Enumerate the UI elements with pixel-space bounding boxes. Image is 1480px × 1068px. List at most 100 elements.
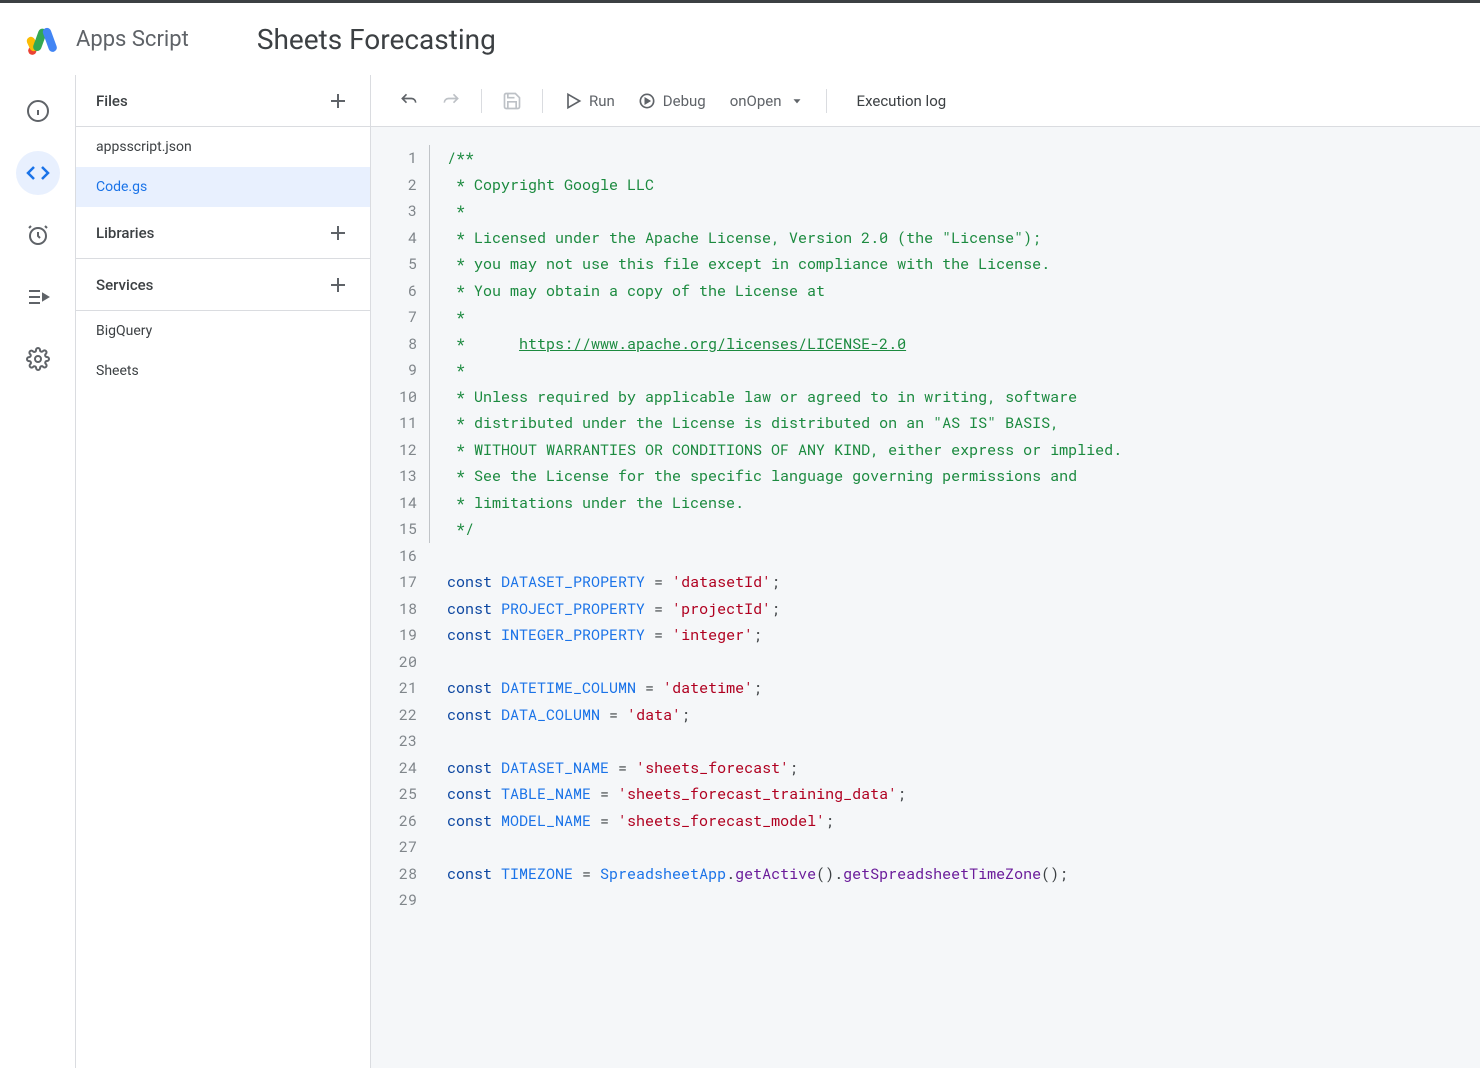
debug-label: Debug [663, 92, 706, 110]
line-number: 20 [371, 649, 417, 676]
add-service-button[interactable] [326, 273, 350, 297]
code-line[interactable]: const TABLE_NAME = 'sheets_forecast_trai… [429, 781, 1480, 808]
code-line[interactable]: * limitations under the License. [429, 490, 1480, 517]
code-line[interactable] [429, 728, 1480, 755]
file-item[interactable]: appsscript.json [76, 127, 370, 167]
app-header: Apps Script Sheets Forecasting [0, 3, 1480, 75]
run-button[interactable]: Run [555, 83, 623, 119]
code-line[interactable] [429, 887, 1480, 914]
chevron-down-icon [790, 94, 804, 108]
undo-icon [399, 91, 419, 111]
add-library-button[interactable] [326, 221, 350, 245]
add-file-button[interactable] [326, 89, 350, 113]
code-lines[interactable]: /** * Copyright Google LLC * * Licensed … [429, 145, 1480, 1068]
code-line[interactable]: const DATASET_PROPERTY = 'datasetId'; [429, 569, 1480, 596]
fold-guide [429, 516, 430, 543]
logo-group[interactable]: Apps Script [24, 19, 189, 59]
line-gutter: 1234567891011121314151617181920212223242… [371, 145, 429, 1068]
fold-guide [429, 331, 430, 358]
files-header: Files [76, 75, 370, 127]
project-title[interactable]: Sheets Forecasting [257, 23, 496, 56]
fold-guide [429, 172, 430, 199]
line-number: 19 [371, 622, 417, 649]
code-line[interactable]: const DATETIME_COLUMN = 'datetime'; [429, 675, 1480, 702]
code-line[interactable]: * Copyright Google LLC [429, 172, 1480, 199]
save-button[interactable] [494, 83, 530, 119]
fold-guide [429, 225, 430, 252]
line-number: 18 [371, 596, 417, 623]
line-number: 12 [371, 437, 417, 464]
editor-toolbar: Run Debug onOpen Execution log [371, 75, 1480, 127]
debug-button[interactable]: Debug [629, 83, 714, 119]
code-line[interactable] [429, 543, 1480, 570]
fold-guide [429, 437, 430, 464]
sidebar: Files appsscript.jsonCode.gs Libraries S… [76, 75, 371, 1068]
code-line[interactable]: const INTEGER_PROPERTY = 'integer'; [429, 622, 1480, 649]
code-line[interactable]: * [429, 304, 1480, 331]
code-line[interactable]: */ [429, 516, 1480, 543]
line-number: 11 [371, 410, 417, 437]
line-number: 29 [371, 887, 417, 914]
nav-editor[interactable] [16, 151, 60, 195]
code-line[interactable]: * See the License for the specific langu… [429, 463, 1480, 490]
app-name: Apps Script [76, 27, 189, 52]
line-number: 2 [371, 172, 417, 199]
function-select[interactable]: onOpen [720, 83, 814, 119]
code-editor[interactable]: 1234567891011121314151617181920212223242… [371, 127, 1480, 1068]
play-icon [563, 91, 583, 111]
code-line[interactable]: * WITHOUT WARRANTIES OR CONDITIONS OF AN… [429, 437, 1480, 464]
code-line[interactable]: const DATASET_NAME = 'sheets_forecast'; [429, 755, 1480, 782]
code-line[interactable]: * [429, 198, 1480, 225]
fold-guide [429, 490, 430, 517]
execution-log-button[interactable]: Execution log [857, 92, 947, 110]
code-line[interactable]: const DATA_COLUMN = 'data'; [429, 702, 1480, 729]
line-number: 6 [371, 278, 417, 305]
code-line[interactable]: * Unless required by applicable law or a… [429, 384, 1480, 411]
line-number: 23 [371, 728, 417, 755]
nav-overview[interactable] [16, 89, 60, 133]
line-number: 15 [371, 516, 417, 543]
function-name: onOpen [730, 92, 782, 110]
code-line[interactable]: * https://www.apache.org/licenses/LICENS… [429, 331, 1480, 358]
line-number: 21 [371, 675, 417, 702]
libraries-label: Libraries [96, 224, 154, 242]
nav-rail [0, 75, 76, 1068]
libraries-header: Libraries [76, 207, 370, 259]
line-number: 25 [371, 781, 417, 808]
code-line[interactable] [429, 649, 1480, 676]
code-line[interactable]: const MODEL_NAME = 'sheets_forecast_mode… [429, 808, 1480, 835]
code-line[interactable]: /** [429, 145, 1480, 172]
code-line[interactable]: const PROJECT_PROPERTY = 'projectId'; [429, 596, 1480, 623]
service-item[interactable]: BigQuery [76, 311, 370, 351]
line-number: 24 [371, 755, 417, 782]
fold-guide [429, 304, 430, 331]
code-line[interactable]: * [429, 357, 1480, 384]
fold-guide [429, 198, 430, 225]
nav-triggers[interactable] [16, 213, 60, 257]
plus-icon [326, 221, 350, 245]
code-line[interactable]: * you may not use this file except in co… [429, 251, 1480, 278]
nav-settings[interactable] [16, 337, 60, 381]
line-number: 1 [371, 145, 417, 172]
save-icon [502, 91, 522, 111]
code-line[interactable] [429, 834, 1480, 861]
code-line[interactable]: * distributed under the License is distr… [429, 410, 1480, 437]
line-number: 17 [371, 569, 417, 596]
code-line[interactable]: const TIMEZONE = SpreadsheetApp.getActiv… [429, 861, 1480, 888]
toolbar-divider [542, 89, 543, 113]
main-layout: Files appsscript.jsonCode.gs Libraries S… [0, 75, 1480, 1068]
service-item[interactable]: Sheets [76, 351, 370, 391]
line-number: 7 [371, 304, 417, 331]
files-label: Files [96, 92, 128, 110]
code-line[interactable]: * You may obtain a copy of the License a… [429, 278, 1480, 305]
file-item[interactable]: Code.gs [76, 167, 370, 207]
code-line[interactable]: * Licensed under the Apache License, Ver… [429, 225, 1480, 252]
line-number: 9 [371, 357, 417, 384]
line-number: 5 [371, 251, 417, 278]
line-number: 10 [371, 384, 417, 411]
debug-icon [637, 91, 657, 111]
undo-button[interactable] [391, 83, 427, 119]
redo-button[interactable] [433, 83, 469, 119]
nav-executions[interactable] [16, 275, 60, 319]
run-label: Run [589, 92, 615, 110]
